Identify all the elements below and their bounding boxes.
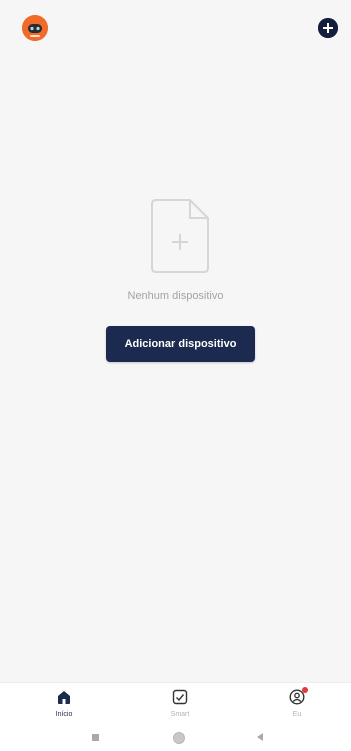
empty-state-message: Nenhum dispositivo [127, 290, 224, 302]
home-icon [58, 691, 70, 704]
back-icon[interactable] [257, 733, 263, 741]
tab-smart-label: Smart [170, 711, 190, 718]
plus-circle-icon[interactable] [318, 18, 338, 38]
system-navigation-bar [0, 724, 351, 751]
tab-smart[interactable]: Smart [150, 689, 210, 725]
tab-home[interactable]: Início [34, 689, 94, 725]
robot-avatar-icon[interactable] [22, 15, 48, 41]
top-bar [0, 0, 351, 60]
checkbox-icon [172, 689, 188, 705]
recents-icon[interactable] [92, 734, 99, 741]
tab-home-label: Início [55, 711, 73, 718]
notification-dot [302, 687, 308, 693]
system-home-icon[interactable] [173, 732, 185, 744]
tab-me-label: Eu [292, 711, 302, 718]
add-document-icon [151, 199, 209, 273]
add-device-button[interactable]: Adicionar dispositivo [106, 326, 255, 362]
bottom-tab-bar: Início Smart Eu [0, 682, 351, 725]
tab-me[interactable]: Eu [267, 687, 327, 725]
